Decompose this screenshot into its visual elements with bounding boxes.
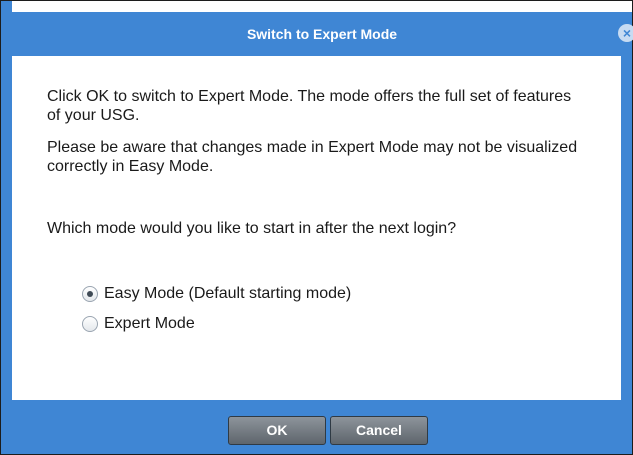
dialog-title-bar: Switch to Expert Mode × — [12, 12, 633, 56]
question-text: Which mode would you like to start in af… — [47, 220, 457, 237]
dialog-footer: OK Cancel — [1, 400, 632, 454]
radio-option-expert-mode[interactable]: Expert Mode — [82, 314, 195, 334]
warning-message: Please be aware that changes made in Exp… — [47, 139, 578, 175]
dialog-right-border — [621, 56, 632, 401]
radio-option-easy-mode[interactable]: Easy Mode (Default starting mode) — [82, 284, 351, 304]
dialog-left-border — [1, 1, 12, 454]
ok-button[interactable]: OK — [228, 416, 326, 445]
dialog-title: Switch to Expert Mode — [246, 26, 398, 42]
switch-mode-dialog: Switch to Expert Mode × Click OK to swit… — [0, 0, 633, 455]
radio-button-expert-mode[interactable] — [82, 316, 98, 332]
radio-label-expert-mode: Expert Mode — [104, 315, 195, 332]
radio-label-easy-mode: Easy Mode (Default starting mode) — [104, 285, 352, 302]
cancel-button[interactable]: Cancel — [330, 416, 428, 445]
dialog-content: Click OK to switch to Expert Mode. The m… — [12, 56, 621, 400]
info-message: Click OK to switch to Expert Mode. The m… — [47, 88, 572, 124]
close-icon[interactable]: × — [618, 24, 633, 42]
radio-button-easy-mode[interactable] — [82, 286, 98, 302]
